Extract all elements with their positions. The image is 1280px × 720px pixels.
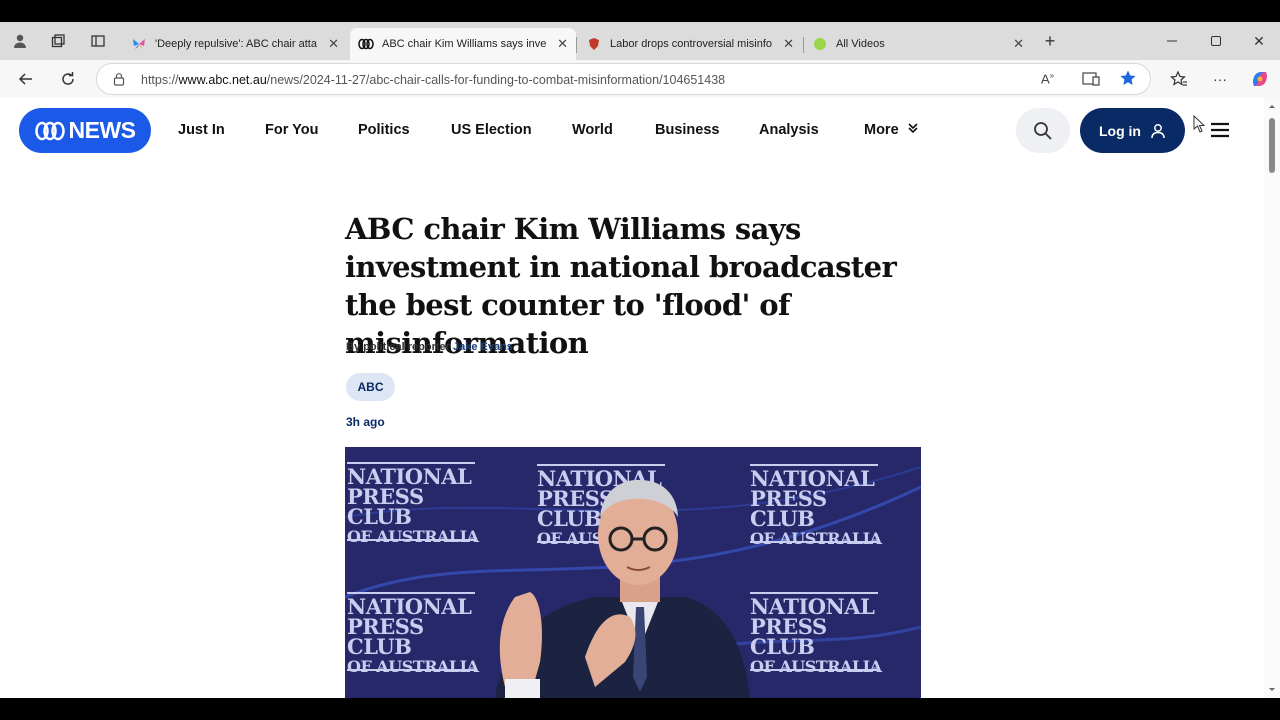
url-prefix: https:// (141, 73, 179, 87)
butterfly-favicon-icon (131, 36, 147, 52)
nav-more-label: More (864, 122, 899, 138)
url-path: /news/2024-11-27/abc-chair-calls-for-fun… (266, 73, 726, 87)
byline: By political reporter Jake Evans (346, 341, 513, 353)
double-chevron-down-icon (908, 123, 918, 134)
tab-title: All Videos (836, 38, 885, 50)
screen-bottom-letterbox (0, 698, 1280, 720)
nav-analysis[interactable]: Analysis (759, 122, 819, 138)
speaker-figure (495, 479, 750, 698)
copilot-icon[interactable] (1247, 67, 1273, 91)
profile-icon[interactable] (9, 30, 31, 52)
tab-title: 'Deeply repulsive': ABC chair atta (155, 38, 317, 50)
close-window-icon[interactable]: ✕ (1248, 30, 1270, 52)
tab-2[interactable]: Labor drops controversial misinfo ✕ (578, 28, 802, 60)
close-tab-icon[interactable]: ✕ (328, 36, 339, 52)
tab-separator (576, 37, 577, 53)
video-favicon-icon (812, 36, 828, 52)
logo-text: NEWS (68, 117, 137, 143)
article-photo[interactable]: NATIONAL PRESS CLUB OF AUSTRALIA NATIONAL P… (345, 447, 921, 698)
tab-0[interactable]: 'Deeply repulsive': ABC chair atta ✕ (123, 28, 347, 60)
abc-lissajous-icon (34, 121, 65, 140)
user-icon (1151, 123, 1165, 138)
minimize-icon[interactable] (1161, 30, 1183, 52)
nav-more[interactable]: More (864, 122, 919, 138)
nav-politics[interactable]: Politics (358, 122, 410, 138)
byline-prefix: By political reporter (346, 341, 450, 353)
maximize-icon[interactable] (1205, 30, 1227, 52)
close-tab-icon[interactable]: ✕ (1013, 36, 1024, 52)
web-page: NEWS Just In For You Politics US Electio… (0, 98, 1280, 698)
author-link[interactable]: Jake Evans (453, 341, 513, 353)
nav-world[interactable]: World (572, 122, 613, 138)
nav-just-in[interactable]: Just In (178, 122, 225, 138)
shield-favicon-icon (586, 36, 602, 52)
favorite-star-icon[interactable] (1119, 69, 1137, 92)
nav-us-election[interactable]: US Election (451, 122, 532, 138)
tab-3[interactable]: All Videos ✕ (804, 28, 1032, 60)
abc-news-logo[interactable]: NEWS (19, 108, 151, 153)
abc-favicon-icon (358, 36, 374, 52)
nav-for-you[interactable]: For You (265, 122, 318, 138)
back-icon[interactable] (13, 67, 39, 91)
page-scrollbar[interactable] (1264, 98, 1280, 698)
tab-title: ABC chair Kim Williams says inve (382, 38, 547, 50)
tab-actions-icon[interactable] (87, 30, 109, 52)
nav-business[interactable]: Business (655, 122, 719, 138)
scrollbar-thumb[interactable] (1269, 118, 1275, 173)
scroll-down-icon[interactable] (1264, 684, 1280, 696)
published-time: 3h ago (346, 415, 385, 429)
hamburger-menu-icon[interactable] (1208, 120, 1232, 140)
url-domain: www.abc.net.au (178, 73, 267, 87)
immersive-reader-icon[interactable] (1082, 71, 1100, 92)
favorites-icon[interactable] (1166, 67, 1192, 91)
scroll-up-icon[interactable] (1264, 100, 1280, 112)
search-button[interactable] (1016, 108, 1070, 153)
article-headline: ABC chair Kim Williams says investment i… (345, 212, 897, 360)
tab-separator (803, 37, 804, 53)
address-row: https://www.abc.net.au/news/2024-11-27/a… (0, 60, 1280, 98)
mouse-cursor-icon (1193, 115, 1205, 133)
screen-top-letterbox (0, 0, 1280, 22)
refresh-icon[interactable] (55, 67, 81, 91)
lock-icon[interactable] (112, 72, 126, 86)
read-aloud-icon[interactable]: A» (1041, 71, 1054, 86)
workspaces-icon[interactable] (47, 30, 69, 52)
browser-chrome: 'Deeply repulsive': ABC chair atta ✕ ABC… (0, 22, 1280, 98)
tab-title: Labor drops controversial misinfo (610, 38, 773, 50)
close-tab-icon[interactable]: ✕ (783, 36, 794, 52)
close-tab-icon[interactable]: ✕ (557, 36, 568, 52)
tab-strip: 'Deeply repulsive': ABC chair atta ✕ ABC… (0, 22, 1280, 60)
tab-1[interactable]: ABC chair Kim Williams says inve ✕ (350, 28, 576, 60)
login-button[interactable]: Log in (1080, 108, 1185, 153)
login-label: Log in (1099, 122, 1141, 139)
new-tab-icon[interactable]: + (1039, 30, 1061, 52)
topic-tag[interactable]: ABC (346, 373, 395, 401)
address-bar[interactable]: https://www.abc.net.au/news/2024-11-27/a… (96, 63, 1151, 95)
search-icon (1034, 121, 1052, 140)
more-options-icon[interactable]: ··· (1207, 67, 1233, 91)
url-text[interactable]: https://www.abc.net.au/news/2024-11-27/a… (141, 73, 725, 87)
